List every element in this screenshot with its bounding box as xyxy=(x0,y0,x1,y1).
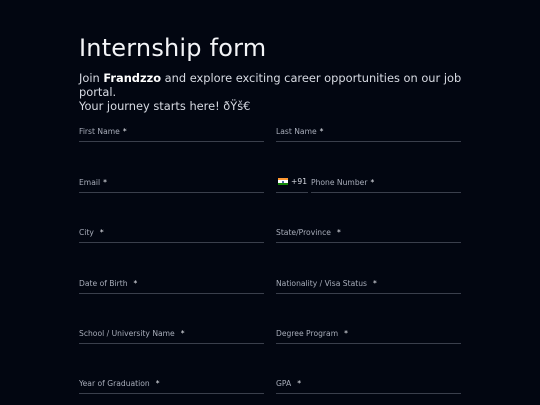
required-mark: * xyxy=(122,127,127,136)
india-flag-icon xyxy=(278,178,288,185)
degree-label: Degree Program * xyxy=(276,329,348,338)
intro-text: Join Frandzzo and explore exciting caree… xyxy=(79,71,479,113)
required-mark: * xyxy=(336,228,341,237)
city-label: City * xyxy=(79,228,104,237)
date-of-birth-field[interactable]: Date of Birth * xyxy=(79,274,264,294)
required-mark: * xyxy=(370,178,375,187)
email-label: Email * xyxy=(79,178,107,187)
email-field[interactable]: Email * xyxy=(79,173,264,193)
required-mark: * xyxy=(372,279,377,288)
first-name-label: First Name * xyxy=(79,127,127,136)
intro-line2: Your journey starts here! ðŸš€ xyxy=(79,99,251,113)
graduation-year-field[interactable]: Year of Graduation * xyxy=(79,374,264,394)
required-mark: * xyxy=(180,329,185,338)
state-field[interactable]: State/Province * xyxy=(276,223,461,243)
brand-name: Frandzzo xyxy=(103,71,162,85)
city-field[interactable]: City * xyxy=(79,223,264,243)
gpa-label: GPA * xyxy=(276,379,301,388)
phone-country-code-select[interactable]: +91 xyxy=(276,173,308,193)
state-label: State/Province * xyxy=(276,228,341,237)
degree-field[interactable]: Degree Program * xyxy=(276,324,461,344)
gpa-field[interactable]: GPA * xyxy=(276,374,461,394)
first-name-field[interactable]: First Name * xyxy=(79,122,264,142)
school-label: School / University Name * xyxy=(79,329,185,338)
last-name-label: Last Name * xyxy=(276,127,324,136)
page-title: Internship form xyxy=(79,34,267,62)
phone-code-value: +91 xyxy=(291,177,308,186)
internship-form-page: Internship form Join Frandzzo and explor… xyxy=(0,0,540,405)
phone-number-field[interactable]: Phone Number * xyxy=(311,173,461,193)
school-field[interactable]: School / University Name * xyxy=(79,324,264,344)
nationality-field[interactable]: Nationality / Visa Status * xyxy=(276,274,461,294)
date-of-birth-label: Date of Birth * xyxy=(79,279,138,288)
intro-prefix: Join xyxy=(79,71,104,85)
required-mark: * xyxy=(319,127,324,136)
required-mark: * xyxy=(155,379,160,388)
required-mark: * xyxy=(103,178,107,187)
required-mark: * xyxy=(133,279,138,288)
required-mark: * xyxy=(297,379,301,388)
nationality-label: Nationality / Visa Status * xyxy=(276,279,377,288)
phone-number-label: Phone Number * xyxy=(311,178,375,187)
last-name-field[interactable]: Last Name * xyxy=(276,122,461,142)
required-mark: * xyxy=(99,228,104,237)
required-mark: * xyxy=(344,329,348,338)
graduation-year-label: Year of Graduation * xyxy=(79,379,160,388)
